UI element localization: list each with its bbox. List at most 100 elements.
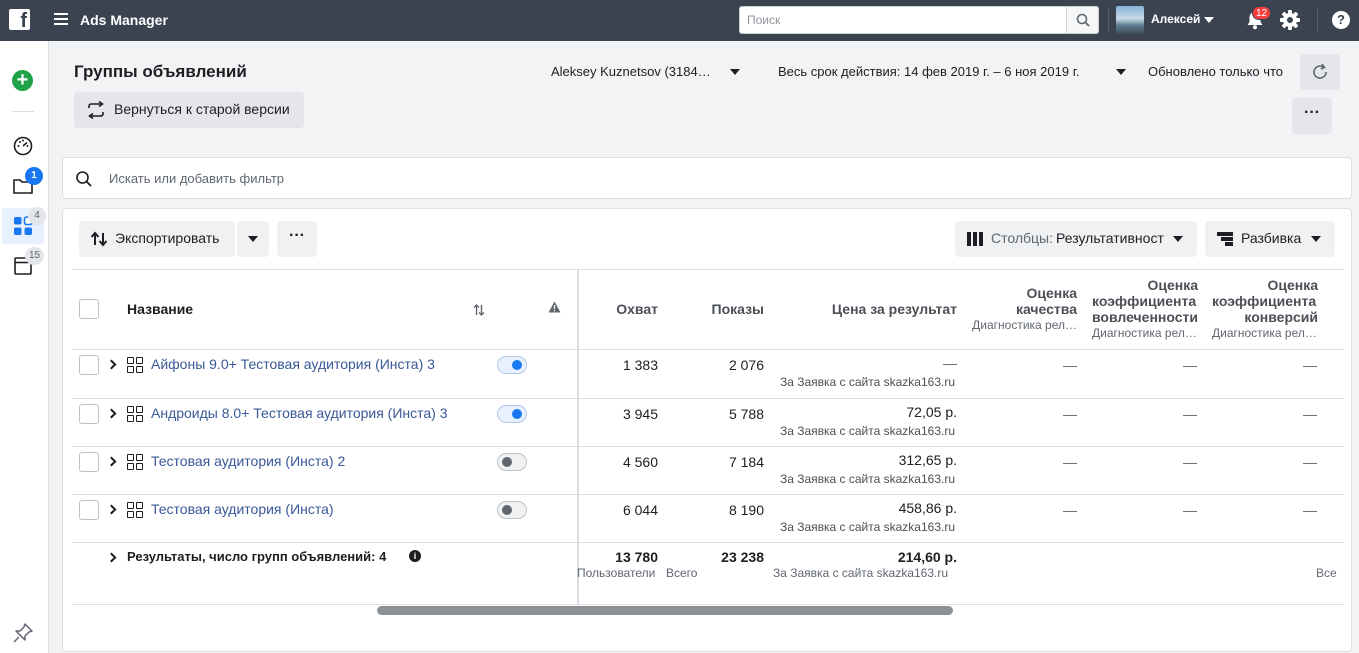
facebook-logo-icon[interactable]: f — [9, 9, 30, 30]
toolbar-more-button[interactable]: ··· — [277, 221, 317, 257]
top-search-input[interactable] — [740, 7, 1068, 33]
avatar[interactable] — [1116, 6, 1144, 34]
column-header-reach[interactable]: Охват — [578, 301, 658, 317]
return-old-version-button[interactable]: Вернуться к старой версии — [74, 92, 304, 128]
row-expand-chevron-icon[interactable] — [106, 408, 117, 419]
refresh-button[interactable] — [1300, 54, 1340, 90]
reach-cell: 1 383 — [622, 357, 658, 373]
ads-count-badge: 15 — [25, 247, 45, 265]
warning-icon[interactable] — [548, 301, 561, 313]
header-line: Оценка — [1026, 285, 1077, 301]
horizontal-scrollbar[interactable] — [377, 606, 953, 615]
conversion-ranking-cell: — — [1303, 454, 1317, 470]
header-line: коэффициента — [1212, 293, 1317, 309]
header-line: Оценка — [1267, 277, 1318, 293]
columns-icon — [967, 232, 983, 246]
column-header-impressions[interactable]: Показы — [672, 301, 765, 317]
impressions-cell: 5 788 — [728, 406, 764, 422]
search-button[interactable] — [1066, 7, 1098, 33]
totals-impressions: 23 238 — [721, 549, 764, 565]
adset-status-toggle[interactable] — [497, 356, 527, 374]
quality-ranking-cell: — — [1063, 406, 1077, 422]
totals-label: Результаты, число групп объявлений: 4 — [127, 549, 387, 564]
cost-per-result-cell: 312,65 р. — [898, 452, 957, 468]
pin-icon[interactable] — [12, 622, 34, 644]
info-icon[interactable]: i — [409, 550, 421, 562]
row-expand-chevron-icon[interactable] — [106, 456, 117, 467]
export-button[interactable]: Экспортировать — [79, 221, 235, 257]
quality-ranking-cell: — — [1063, 502, 1077, 518]
user-name[interactable]: Алексей — [1151, 12, 1200, 26]
toggle-knob — [512, 360, 522, 370]
adset-name-link[interactable]: Айфоны 9.0+ Тестовая аудитория (Инста) 3 — [151, 356, 435, 372]
adset-grid-icon — [127, 502, 144, 519]
hamburger-menu-icon[interactable] — [54, 13, 68, 27]
impressions-cell: 8 190 — [728, 502, 764, 518]
totals-expand-chevron-icon[interactable] — [106, 552, 117, 563]
column-header-conversion[interactable]: Оценка коэффициента конверсий Диагностик… — [1212, 277, 1318, 341]
row-checkbox[interactable] — [79, 500, 99, 520]
column-header-quality[interactable]: Оценка качества Диагностика рел… — [967, 285, 1077, 333]
chevron-down-icon — [1311, 236, 1321, 242]
account-chevron-down-icon[interactable] — [730, 69, 740, 75]
adset-grid-icon — [127, 454, 144, 471]
cost-per-result-cell: — — [943, 355, 957, 371]
export-dropdown-button[interactable] — [237, 221, 269, 257]
row-expand-chevron-icon[interactable] — [106, 359, 117, 370]
toggle-knob — [502, 457, 512, 467]
date-range-selector[interactable]: Весь срок действия: 14 фев 2019 г. – 6 н… — [778, 64, 1079, 79]
adset-name-link[interactable]: Тестовая аудитория (Инста) 2 — [151, 453, 345, 469]
column-header-engagement[interactable]: Оценка коэффициента вовлеченности Диагно… — [1092, 277, 1198, 341]
column-header-name[interactable]: Название — [127, 301, 193, 317]
adset-status-toggle[interactable] — [497, 453, 527, 471]
header-subtitle: Диагностика рел… — [1092, 326, 1197, 340]
table-divider — [72, 269, 1344, 270]
adset-name-link[interactable]: Тестовая аудитория (Инста) — [151, 501, 334, 517]
adsets-table: Название Охват Показы Цена за результат … — [72, 269, 1344, 605]
help-icon[interactable]: ? — [1332, 11, 1350, 29]
totals-last-sub: Все — [1316, 566, 1337, 580]
header-line: конверсий — [1244, 309, 1318, 325]
create-plus-icon[interactable]: + — [12, 70, 33, 91]
topbar-divider — [1317, 8, 1318, 33]
adset-status-toggle[interactable] — [497, 405, 527, 423]
columns-selector-button[interactable]: Столбцы: Результативност — [955, 221, 1197, 257]
app-title[interactable]: Ads Manager — [80, 12, 168, 28]
header-subtitle: Диагностика рел… — [972, 318, 1077, 332]
account-selector[interactable]: Aleksey Kuznetsov (3184… — [551, 64, 711, 79]
toggle-knob — [512, 409, 522, 419]
conversion-ranking-cell: — — [1303, 406, 1317, 422]
table-divider — [72, 446, 1344, 447]
totals-reach: 13 780 — [615, 549, 658, 565]
filter-search-input[interactable] — [109, 168, 1009, 188]
user-menu-chevron-down-icon[interactable] — [1204, 17, 1214, 23]
cost-result-type: За Заявка с сайта skazka163.ru — [779, 375, 955, 389]
row-checkbox[interactable] — [79, 355, 99, 375]
breakdown-label: Разбивка — [1241, 230, 1302, 246]
cost-result-type: За Заявка с сайта skazka163.ru — [779, 520, 955, 534]
sort-arrows-icon[interactable] — [473, 304, 485, 316]
engagement-ranking-cell: — — [1183, 357, 1197, 373]
header-line: вовлеченности — [1092, 309, 1198, 325]
table-divider — [72, 398, 1344, 399]
dashboard-gauge-icon[interactable] — [12, 135, 34, 157]
table-divider — [72, 494, 1344, 495]
date-chevron-down-icon[interactable] — [1116, 69, 1126, 75]
adset-status-toggle[interactable] — [497, 501, 527, 519]
row-checkbox[interactable] — [79, 404, 99, 424]
column-header-cost-per-result[interactable]: Цена за результат — [772, 301, 957, 317]
impressions-cell: 2 076 — [728, 357, 764, 373]
engagement-ranking-cell: — — [1183, 454, 1197, 470]
row-checkbox[interactable] — [79, 452, 99, 472]
rail-divider — [12, 111, 34, 112]
adset-name-link[interactable]: Андроиды 8.0+ Тестовая аудитория (Инста)… — [151, 405, 448, 421]
gear-icon[interactable] — [1279, 9, 1301, 31]
row-expand-chevron-icon[interactable] — [106, 504, 117, 515]
return-old-version-label: Вернуться к старой версии — [114, 101, 290, 117]
conversion-ranking-cell: — — [1303, 502, 1317, 518]
more-options-button[interactable]: ··· — [1292, 98, 1332, 134]
top-search-box — [739, 6, 1099, 34]
breakdown-button[interactable]: Разбивка — [1205, 221, 1335, 257]
select-all-checkbox[interactable] — [79, 299, 99, 319]
quality-ranking-cell: — — [1063, 454, 1077, 470]
